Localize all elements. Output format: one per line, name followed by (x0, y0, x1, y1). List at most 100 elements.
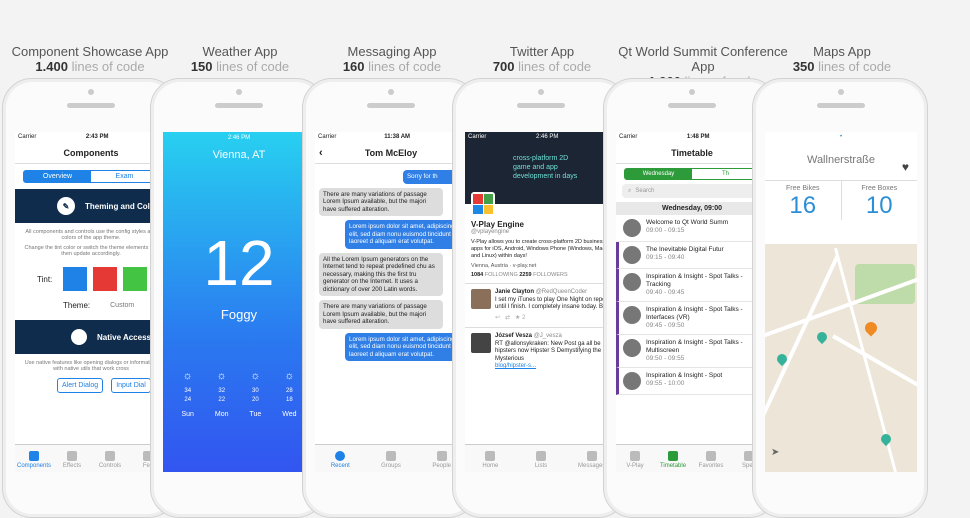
avatar (623, 246, 641, 264)
segment-examples[interactable]: Exam (91, 171, 158, 182)
status-time: 1:48 PM (686, 134, 710, 140)
location-arrow-icon[interactable]: ➤ (771, 447, 779, 458)
map-marker-selected[interactable] (862, 319, 880, 337)
phone-maps: • Wallnerstraße ♥ Free Bikes 16 Free Boxe… (752, 78, 928, 518)
section-title-theming: Theming and Colo (85, 201, 155, 211)
section-title-native: Native Access (97, 332, 151, 342)
tab-recent[interactable]: Recent (315, 445, 366, 472)
timetable-item[interactable]: Welcome to Qt World Summ 09:00 - 09:15 (616, 215, 768, 242)
screen-weather: 2:46 PM Vienna, AT 12 Foggy ☼ 34 24 Sun ☼ 32… (163, 132, 315, 472)
forecast-day: ☼ 30 20 Tue (249, 370, 262, 418)
avatar (623, 306, 641, 324)
tab-components[interactable]: Components (15, 445, 53, 472)
timetable-item[interactable]: Inspiration & Insight - Spot Talks - Mul… (616, 335, 768, 368)
forecast-day: ☼ 34 24 Sun (181, 370, 194, 418)
avatar (623, 273, 641, 291)
condition-label: Foggy (220, 307, 258, 322)
avatar (471, 333, 491, 353)
theming-description: All components and controls use the conf… (25, 229, 157, 241)
vplay-logo (471, 192, 495, 216)
app-caption: Maps App 350 lines of code (792, 44, 892, 74)
carrier-label: Carrier (18, 134, 37, 140)
tint-green-swatch[interactable] (123, 267, 147, 291)
phone-weather: 2:46 PM Vienna, AT 12 Foggy ☼ 34 24 Sun ☼ 32… (150, 78, 326, 518)
profile-handle: @vplayengine (471, 229, 510, 235)
segment-wednesday[interactable]: Wednesday (625, 169, 692, 179)
free-bikes-count: 16 (789, 192, 817, 219)
city-label: Vienna, AT (212, 149, 266, 161)
search-input[interactable]: ⌕ Search (622, 184, 762, 198)
status-time: 11:38 AM (384, 134, 411, 140)
back-chevron-icon[interactable]: ‹ (319, 147, 323, 159)
map-marker[interactable] (814, 329, 830, 345)
avatar (623, 219, 641, 237)
free-boxes-label: Free Boxes (861, 185, 898, 192)
chat-title: Tom McEloy (364, 147, 418, 158)
screen-maps: • Wallnerstraße ♥ Free Bikes 16 Free Boxe… (765, 132, 917, 472)
message-bubble-sent: Lorem ipsum dolor sit amet, adipiscing e… (345, 332, 463, 361)
message-bubble-received: There are many variations of passage Lor… (319, 300, 443, 329)
app-caption: Component Showcase App 1.400 lines of cod… (11, 44, 169, 74)
sun-icon: ☼ (250, 370, 261, 382)
message-bubble-received: There are many variations of passage Lor… (319, 187, 443, 216)
tab-groups[interactable]: Groups (366, 445, 417, 472)
native-description: Use native features like opening dialogs… (24, 360, 158, 372)
tweet[interactable]: József Vesza @J_vesza RT @allonsykraken: … (465, 327, 617, 376)
status-time: 2:43 PM (85, 134, 109, 140)
profile-bio: V-Play allows you to create cross-platfo… (471, 239, 606, 259)
free-boxes-count: 10 (865, 192, 893, 219)
status-time: 2:46 PM (535, 134, 559, 140)
tab-lists[interactable]: Lists (516, 445, 567, 472)
tab-timetable[interactable]: Timetable (654, 445, 692, 472)
sun-icon: ☼ (216, 370, 227, 382)
sun-icon: ☼ (182, 370, 193, 382)
theme-custom-option[interactable]: Custom (110, 302, 134, 309)
tweet-link[interactable]: blog/hipster-s... (495, 363, 611, 371)
tint-blue-swatch[interactable] (63, 267, 87, 291)
tweet[interactable]: Janie Clayton @RedQueenCoder I set my iTu… (465, 283, 617, 327)
timetable-item[interactable]: Inspiration & Insight - Spot 09:55 - 10:0… (616, 368, 768, 395)
search-icon: ⌕ (628, 187, 632, 194)
station-name: Wallnerstraße (806, 154, 876, 166)
theme-label: Theme: (63, 301, 91, 310)
app-caption: Weather App 150 lines of code (190, 44, 290, 74)
tab-bar: Components Effects Controls Fea (15, 444, 167, 472)
brush-icon: ✎ (57, 197, 75, 215)
timetable-item[interactable]: The Inevitable Digital Futur 09:15 - 09:4… (616, 242, 768, 269)
phone-icon (71, 329, 87, 345)
segment-thursday[interactable]: Th (692, 169, 759, 179)
message-bubble-received: All the Lorem Ipsum generators on the In… (319, 252, 443, 296)
input-dialog-button[interactable]: Input Dial (111, 378, 151, 393)
avatar (623, 339, 641, 357)
tint-label: Tint: (37, 274, 53, 284)
tab-vplay[interactable]: V-Play (616, 445, 654, 472)
timetable-item[interactable]: Inspiration & Insight - Spot Talks - Int… (616, 302, 768, 335)
screen-components: Carrier2:43 PM▬ Components Overview Exam… (15, 132, 167, 472)
segment-overview[interactable]: Overview (24, 171, 91, 182)
tab-effects[interactable]: Effects (53, 445, 91, 472)
heart-icon[interactable]: ♥ (902, 160, 909, 174)
alert-dialog-button[interactable]: Alert Dialog (57, 378, 104, 393)
forecast-day: ☼ 32 22 Mon (214, 370, 229, 418)
avatar (623, 372, 641, 390)
screen-twitter: Carrier2:46 PM▬ cross-platform 2D game a… (465, 132, 617, 472)
free-bikes-label: Free Bikes (786, 185, 820, 192)
tab-favorites[interactable]: Favorites (692, 445, 730, 472)
screen-timetable: Carrier1:48 PM▬ Timetable Wednesday Th ⌕… (616, 132, 768, 472)
tint-red-swatch[interactable] (93, 267, 117, 291)
page-title: Components (15, 142, 167, 164)
page-title: Timetable (616, 142, 768, 164)
profile-location: Vienna, Austria (471, 263, 508, 269)
profile-name: V-Play Engine (471, 220, 524, 229)
phone-twitter: Carrier2:46 PM▬ cross-platform 2D game a… (452, 78, 628, 518)
tab-home[interactable]: Home (465, 445, 516, 472)
profile-url[interactable]: v-play.net (513, 263, 536, 269)
app-caption: Twitter App 700 lines of code (492, 44, 592, 74)
forecast-day: ☼ 28 18 Wed (282, 370, 297, 418)
map-view[interactable]: ➤ (765, 244, 917, 472)
timetable-item[interactable]: Inspiration & Insight - Spot Talks - Tra… (616, 269, 768, 302)
map-marker[interactable] (878, 431, 894, 447)
tab-controls[interactable]: Controls (91, 445, 129, 472)
time-section-header: Wednesday, 09:00 (616, 202, 768, 215)
status-time: 2:46 PM (227, 135, 251, 141)
